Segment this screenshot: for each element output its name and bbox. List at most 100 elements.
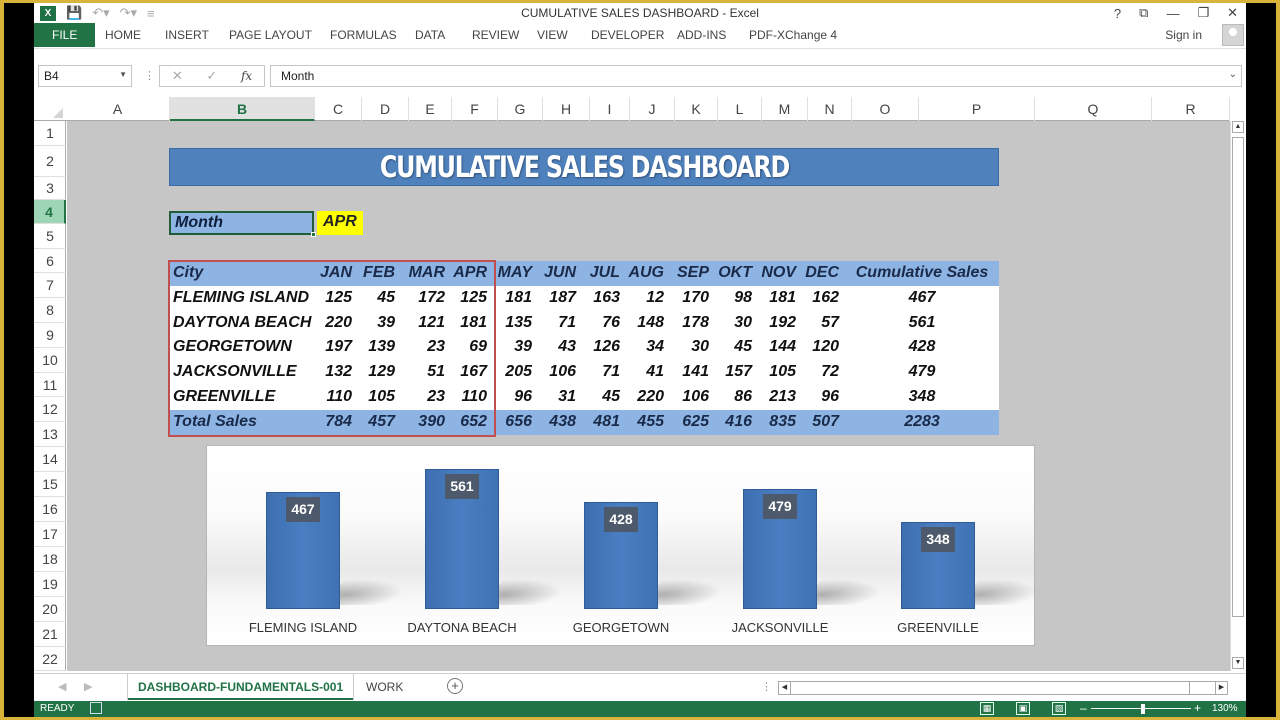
tab-split-grip-icon[interactable]: ⋮ [761,680,772,693]
row-header-4[interactable]: 4 [34,200,66,224]
row-header-17[interactable]: 17 [34,522,66,547]
row-header-20[interactable]: 20 [34,597,66,622]
month-selector-cell[interactable]: APR [317,211,363,235]
row-header-18[interactable]: 18 [34,547,66,572]
cumulative-sales-chart[interactable]: 467 FLEMING ISLAND 561 DAYTONA BEACH 428 GEOR… [206,445,1050,646]
column-header-l[interactable]: L [718,97,762,121]
page-layout-view-icon[interactable]: ▣ [1016,702,1030,715]
row-header-21[interactable]: 21 [34,622,66,647]
month-value[interactable]: 120 [779,335,839,360]
user-avatar-icon[interactable] [1222,24,1244,46]
add-sheet-icon[interactable]: + [447,678,463,694]
tab-file[interactable]: FILE [34,23,96,47]
cumulative-value[interactable]: 561 [845,311,999,336]
tab-insert[interactable]: INSERT [165,23,209,47]
month-value[interactable]: 72 [779,360,839,385]
prev-sheet-icon[interactable]: ◀ [58,680,66,693]
month-value[interactable]: 507 [779,410,839,435]
vertical-scroll-thumb[interactable] [1232,137,1244,617]
column-header-r[interactable]: R [1152,97,1230,121]
zoom-slider-thumb[interactable] [1141,704,1145,714]
row-header-10[interactable]: 10 [34,348,66,373]
page-break-view-icon[interactable]: ▧ [1052,702,1066,715]
restore-icon[interactable]: ❐ [1197,5,1209,21]
formula-bar-grip-icon[interactable]: ⋮ [144,69,155,82]
column-header-h[interactable]: H [543,97,590,121]
column-header-f[interactable]: F [452,97,498,121]
row-header-22[interactable]: 22 [34,647,66,671]
row-header-11[interactable]: 11 [34,373,66,397]
row-header-9[interactable]: 9 [34,323,66,348]
column-header-o[interactable]: O [852,97,919,121]
row-header-1[interactable]: 1 [34,121,66,146]
scroll-left-icon[interactable]: ◀ [779,682,791,694]
scroll-right-icon[interactable]: ▶ [1215,682,1227,694]
column-header-q[interactable]: Q [1035,97,1152,121]
row-header-6[interactable]: 6 [34,249,66,273]
row-header-14[interactable]: 14 [34,447,66,472]
month-value[interactable]: 162 [779,286,839,311]
enter-icon[interactable]: ✓ [206,68,217,84]
month-value[interactable]: 96 [779,385,839,410]
column-header-i[interactable]: I [590,97,630,121]
column-header-m[interactable]: M [762,97,808,121]
chevron-down-icon[interactable]: ▼ [119,70,127,79]
column-header-e[interactable]: E [409,97,452,121]
column-header-k[interactable]: K [675,97,718,121]
zoom-level[interactable]: 130% [1212,703,1238,714]
select-all-button[interactable] [34,97,66,121]
expand-formula-bar-icon[interactable]: ⌄ [1229,69,1237,80]
row-header-5[interactable]: 5 [34,224,66,249]
month-value[interactable]: 57 [779,311,839,336]
row-header-13[interactable]: 13 [34,422,66,447]
ribbon-display-options-icon[interactable]: ⧉ [1139,5,1148,21]
row-header-2[interactable]: 2 [34,146,66,177]
column-header-n[interactable]: N [808,97,852,121]
header-cumulative[interactable]: Cumulative Sales [845,261,999,286]
tab-review[interactable]: REVIEW [472,23,519,47]
tab-data[interactable]: DATA [415,23,445,47]
tab-view[interactable]: VIEW [537,23,568,47]
cumulative-value[interactable]: 428 [845,335,999,360]
scroll-down-icon[interactable]: ▼ [1232,657,1244,669]
horizontal-scroll-thumb[interactable] [792,682,1190,694]
row-header-19[interactable]: 19 [34,572,66,597]
column-header-g[interactable]: G [498,97,543,121]
zoom-out-icon[interactable]: – [1080,701,1087,715]
row-header-15[interactable]: 15 [34,472,66,497]
city-name[interactable]: FLEMING ISLAND [173,286,309,311]
cancel-icon[interactable]: ✕ [172,68,183,84]
tab-add-ins[interactable]: ADD-INS [677,23,726,47]
column-header-c[interactable]: C [315,97,362,121]
next-sheet-icon[interactable]: ▶ [84,680,92,693]
row-header-8[interactable]: 8 [34,298,66,323]
tab-formulas[interactable]: FORMULAS [330,23,397,47]
sign-in-link[interactable]: Sign in [1165,28,1202,42]
sheet-tab-dashboard[interactable]: DASHBOARD-FUNDAMENTALS-001 [128,674,354,700]
column-header-p[interactable]: P [919,97,1035,121]
tab-page-layout[interactable]: PAGE LAYOUT [229,23,312,47]
column-header-a[interactable]: A [66,97,170,121]
vertical-scrollbar[interactable]: ▲ ▼ [1230,121,1244,671]
tab-home[interactable]: HOME [105,23,141,47]
macro-record-icon[interactable] [90,702,102,714]
name-box[interactable]: B4 ▼ [38,65,132,87]
close-icon[interactable]: ✕ [1227,5,1238,21]
help-icon[interactable]: ? [1114,6,1121,21]
horizontal-scrollbar[interactable]: ◀ ▶ [778,681,1228,695]
insert-function-icon[interactable]: fx [241,69,252,83]
minimize-icon[interactable]: — [1166,6,1179,21]
column-header-d[interactable]: D [362,97,409,121]
city-name[interactable]: DAYTONA BEACH [173,311,311,336]
row-header-16[interactable]: 16 [34,497,66,522]
city-name[interactable]: GREENVILLE [173,385,275,410]
tab-pdf-xchange[interactable]: PDF-XChange 4 [749,23,837,47]
fill-handle[interactable] [311,232,316,237]
column-header-b[interactable]: B [170,97,315,121]
column-header-j[interactable]: J [630,97,675,121]
row-header-7[interactable]: 7 [34,273,66,298]
zoom-in-icon[interactable]: + [1194,701,1201,715]
normal-view-icon[interactable]: ▦ [980,702,994,715]
worksheet-grid[interactable]: CUMULATIVE SALES DASHBOARD Month APR Cit… [67,121,1230,671]
month-label-cell[interactable]: Month [169,211,314,235]
